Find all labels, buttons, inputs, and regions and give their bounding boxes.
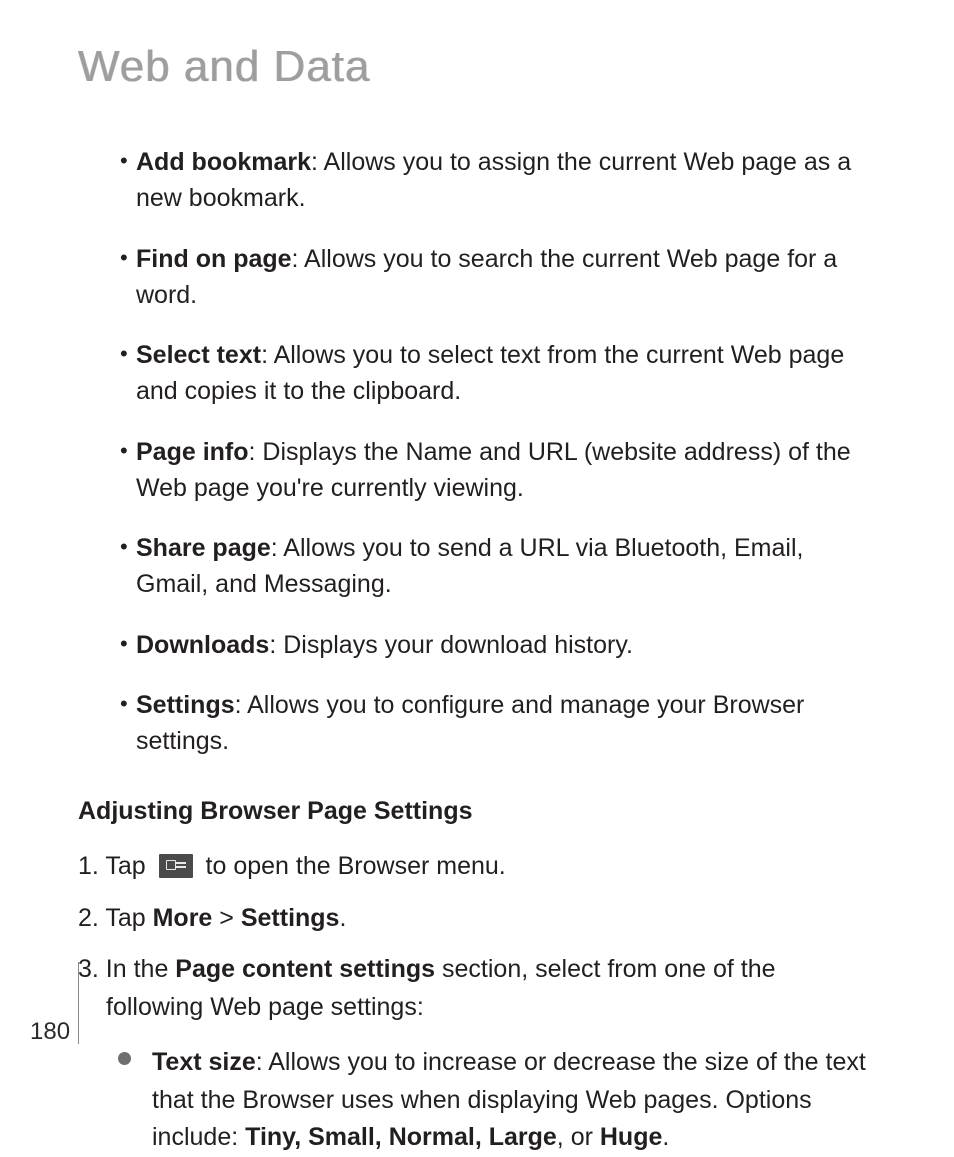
step-text: 3. In the [78, 955, 175, 983]
margin-rule [78, 962, 79, 1044]
bullet-dot-icon: • [120, 693, 128, 715]
bullet-desc: : Displays your download history. [269, 631, 633, 659]
circle-term: Text size [152, 1048, 256, 1076]
step-text: 2. Tap [78, 904, 153, 932]
step-text: to open the Browser menu. [199, 852, 506, 880]
bullet-item: • Downloads: Displays your download hist… [120, 627, 876, 663]
step-text: 1. Tap [78, 852, 153, 880]
bullet-term: Settings [136, 691, 235, 719]
bullet-item: • Select text: Allows you to select text… [120, 337, 876, 410]
step-bold: More [153, 904, 213, 932]
circle-desc: . [662, 1123, 669, 1151]
bullet-dot-icon: • [120, 150, 128, 172]
page-number: 180 [30, 1018, 70, 1046]
bullet-term: Add bookmark [136, 148, 311, 176]
page-title: Web and Data [78, 42, 876, 92]
circle-item: Text size: Allows you to increase or dec… [118, 1044, 876, 1157]
document-page: Web and Data • Add bookmark: Allows you … [0, 0, 954, 1074]
step-text: > [212, 904, 241, 932]
step-item: 1. Tap to open the Browser menu. [78, 848, 876, 886]
bullet-dot-icon: • [120, 440, 128, 462]
bullet-term: Page info [136, 438, 249, 466]
step-item: 2. Tap More > Settings. [78, 900, 876, 938]
bullet-dot-icon: • [120, 247, 128, 269]
bullet-term: Share page [136, 534, 271, 562]
bullet-term: Find on page [136, 245, 292, 273]
menu-icon [159, 854, 193, 878]
circle-options: Huge [600, 1123, 663, 1151]
bullet-item: • Find on page: Allows you to search the… [120, 241, 876, 314]
step-bold: Page content settings [175, 955, 435, 983]
bullet-dot-icon: • [120, 536, 128, 558]
circle-options: Tiny, Small, Normal, Large [245, 1123, 557, 1151]
bullet-list: • Add bookmark: Allows you to assign the… [120, 144, 876, 759]
bullet-item: • Add bookmark: Allows you to assign the… [120, 144, 876, 217]
bullet-item: • Settings: Allows you to configure and … [120, 687, 876, 760]
step-item: 3. In the Page content settings section,… [78, 951, 876, 1026]
numbered-steps: 1. Tap to open the Browser menu. 2. Tap … [78, 848, 876, 1157]
bullet-item: • Share page: Allows you to send a URL v… [120, 530, 876, 603]
circle-desc: , or [557, 1123, 600, 1151]
circle-list: Text size: Allows you to increase or dec… [118, 1044, 876, 1157]
bullet-desc: : Allows you to configure and manage you… [136, 691, 804, 755]
step-text: . [339, 904, 346, 932]
bullet-item: • Page info: Displays the Name and URL (… [120, 434, 876, 507]
bullet-term: Downloads [136, 631, 269, 659]
bullet-dot-icon: • [120, 633, 128, 655]
step-bold: Settings [241, 904, 340, 932]
circle-bullet-icon [118, 1052, 131, 1065]
bullet-term: Select text [136, 341, 261, 369]
bullet-dot-icon: • [120, 343, 128, 365]
section-heading: Adjusting Browser Page Settings [78, 797, 876, 826]
